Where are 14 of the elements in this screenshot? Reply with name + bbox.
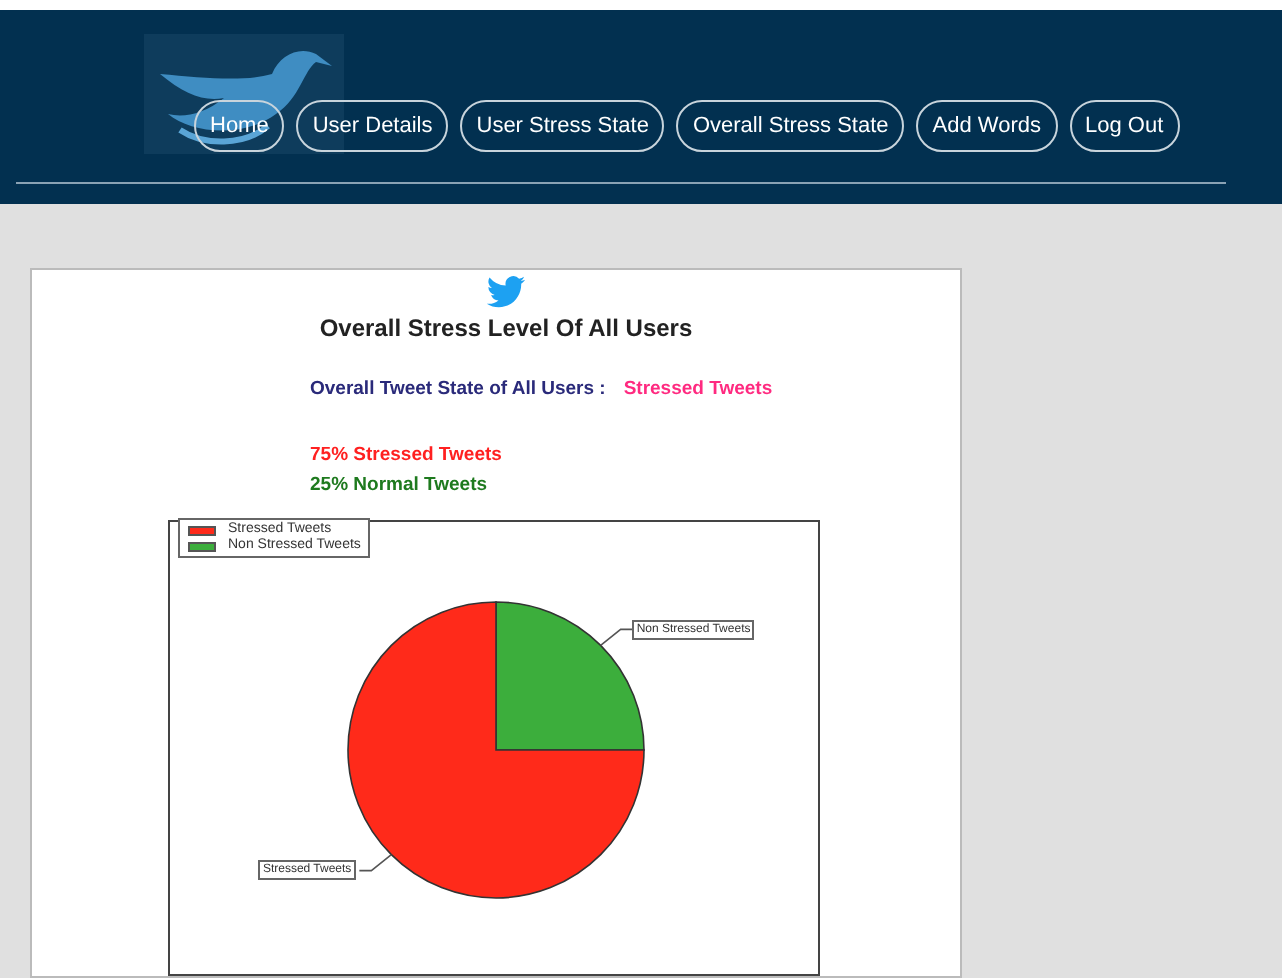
state-value: Stressed Tweets [623,376,773,405]
leader-line [599,628,634,647]
nav-button[interactable]: Add Words [916,99,1057,152]
stat-line: 25% Normal Tweets [310,471,490,500]
nav-button[interactable]: Overall Stress State [676,99,905,152]
bird-icon [486,276,526,309]
page-title: Overall Stress Level Of All Users [319,312,693,347]
stat-line: 75% Stressed Tweets [310,441,504,469]
nav-button[interactable]: User Details [296,99,449,152]
nav-button[interactable]: Log Out [1069,99,1180,152]
leader-line [358,853,393,872]
nav-button[interactable]: Home [194,99,285,152]
state-label: Overall Tweet State of All Users : [310,376,606,405]
nav-button[interactable]: User Stress State [460,99,665,152]
